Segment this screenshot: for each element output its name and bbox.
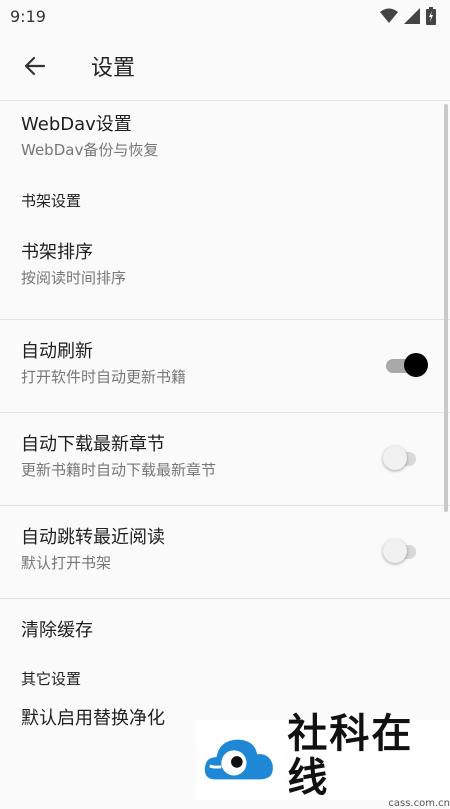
toolbar: 设置 — [0, 32, 450, 101]
arrow-left-icon — [24, 56, 46, 76]
shelf-sort-title: 书架排序 — [21, 242, 93, 263]
status-bar: 9:19 — [0, 0, 450, 32]
auto-refresh-setting[interactable]: 自动刷新 打开软件时自动更新书籍 — [0, 320, 450, 412]
watermark-text: 社科在线 cass.com.cn — [287, 709, 450, 809]
battery-icon — [426, 7, 436, 25]
auto-download-setting[interactable]: 自动下载最新章节 更新书籍时自动下载最新章节 — [0, 413, 450, 505]
shelf-sort-subtitle: 按阅读时间排序 — [21, 269, 127, 287]
auto-refresh-toggle[interactable] — [386, 353, 428, 377]
clear-cache-title: 清除缓存 — [21, 620, 93, 641]
webdav-title: WebDav设置 — [21, 114, 132, 135]
settings-list: WebDav设置 WebDav备份与恢复 书架设置 书架排序 按阅读时间排序 自… — [0, 101, 450, 767]
status-time: 9:19 — [10, 6, 46, 26]
cell-signal-icon — [404, 8, 420, 24]
bookshelf-category-header: 书架设置 — [0, 191, 450, 223]
auto-refresh-subtitle: 打开软件时自动更新书籍 — [21, 368, 187, 386]
toggle-thumb — [383, 539, 407, 563]
back-button[interactable] — [13, 44, 57, 88]
auto-refresh-title: 自动刷新 — [21, 341, 93, 362]
watermark: 社科在线 cass.com.cn — [196, 711, 450, 809]
auto-jump-setting[interactable]: 自动跳转最近阅读 默认打开书架 — [0, 506, 450, 598]
webdav-subtitle: WebDav备份与恢复 — [21, 141, 159, 159]
other-category-header: 其它设置 — [0, 667, 450, 707]
wifi-icon — [380, 8, 398, 23]
toggle-thumb — [404, 353, 428, 377]
bookshelf-category-label: 书架设置 — [21, 192, 82, 210]
cloud-logo-icon — [204, 739, 273, 780]
scrollbar[interactable] — [444, 104, 448, 512]
other-category-label: 其它设置 — [21, 670, 82, 688]
shelf-sort-setting[interactable]: 书架排序 按阅读时间排序 — [0, 223, 450, 319]
webdav-setting[interactable]: WebDav设置 WebDav备份与恢复 — [0, 101, 450, 191]
status-icons — [380, 7, 436, 25]
auto-download-toggle[interactable] — [383, 446, 416, 470]
toggle-thumb — [383, 446, 407, 470]
watermark-name: 社科在线 — [287, 709, 414, 801]
clear-cache-setting[interactable]: 清除缓存 — [0, 599, 450, 667]
auto-jump-toggle[interactable] — [383, 539, 416, 563]
page-title: 设置 — [91, 56, 136, 81]
